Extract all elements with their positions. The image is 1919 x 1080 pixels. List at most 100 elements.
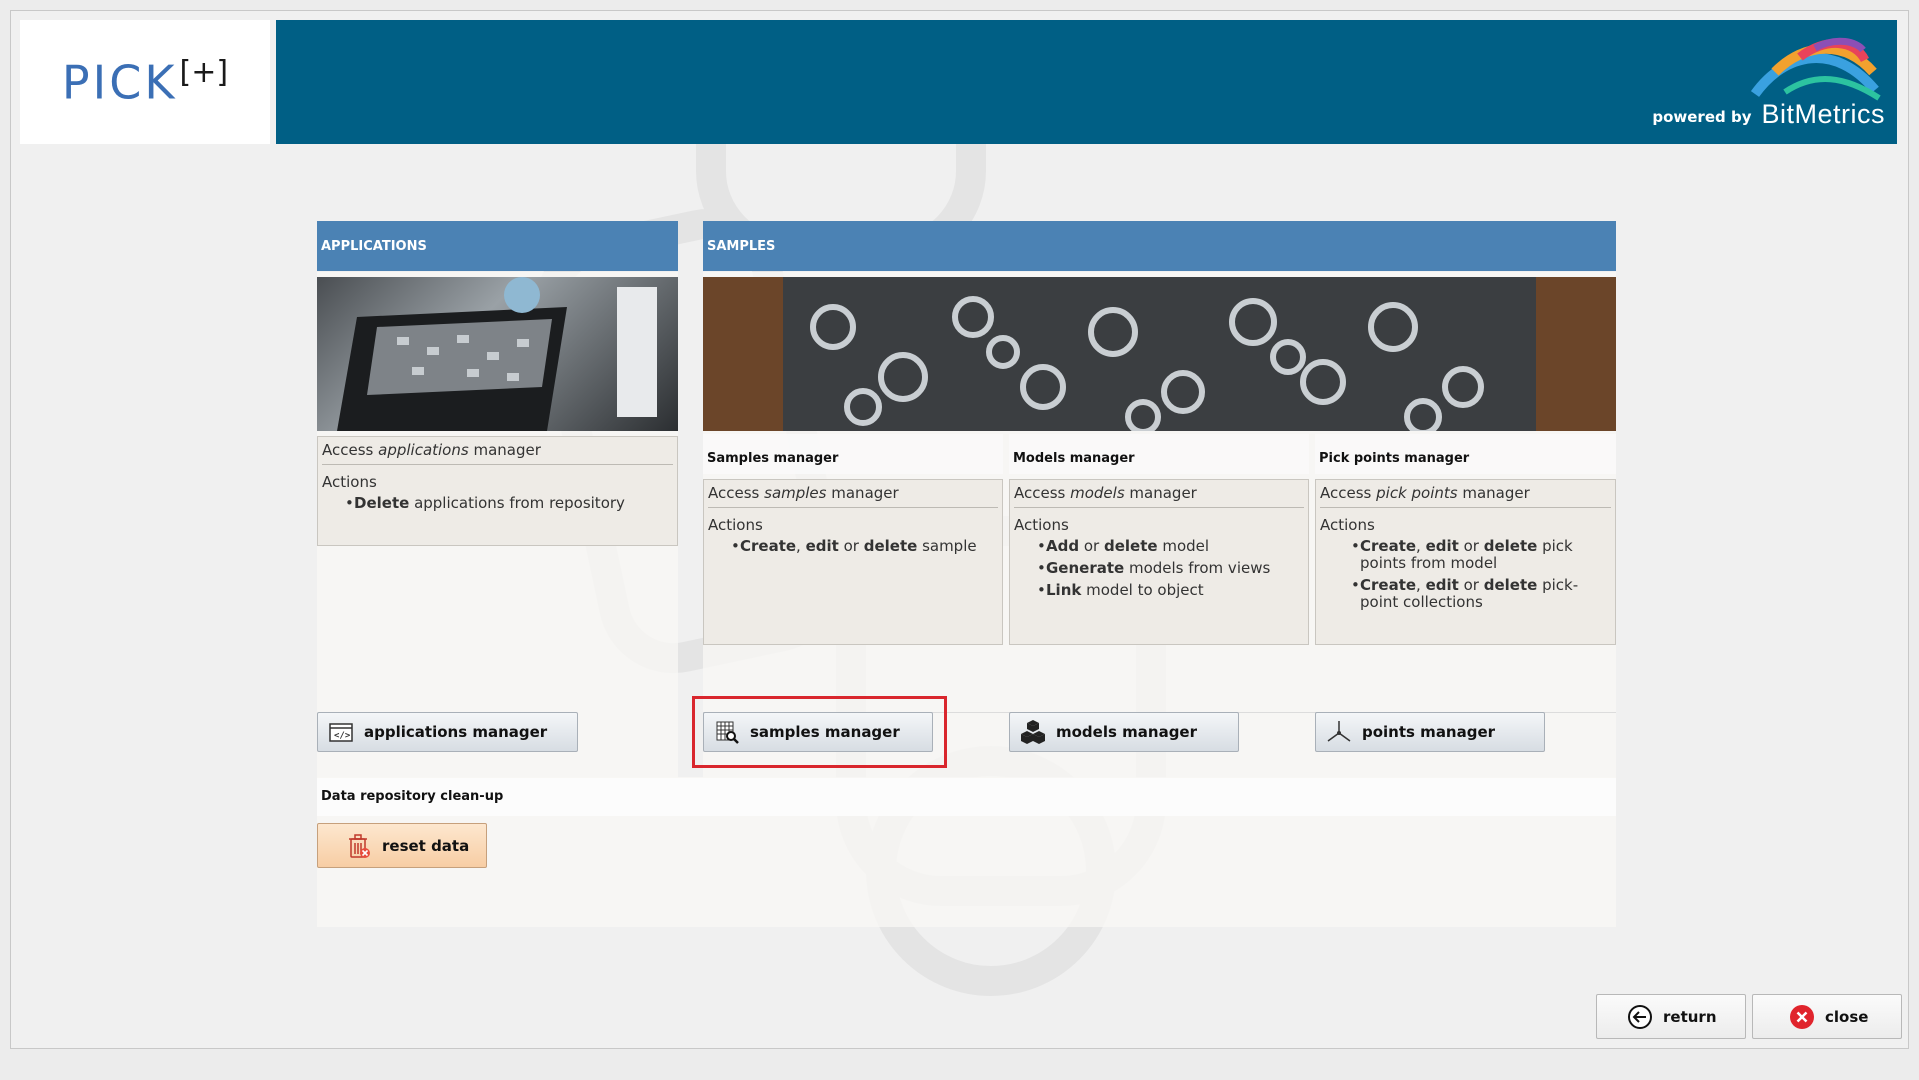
applications-actions-list: Delete applications from repository (322, 494, 673, 513)
powered-by-text: powered by (1652, 108, 1752, 126)
axes-icon (1326, 719, 1352, 745)
action-text: or (1079, 537, 1104, 555)
action-text: models from views (1124, 559, 1271, 577)
action-text: model to object (1081, 581, 1204, 599)
points-manager-button[interactable]: points manager (1315, 712, 1545, 752)
models-manager-title: Models manager (1009, 434, 1309, 474)
actions-label: Actions (322, 473, 377, 491)
action-text: , (796, 537, 806, 555)
action-bold: edit (805, 537, 839, 555)
list-item: Delete applications from repository (345, 494, 673, 513)
applications-manager-button[interactable]: </> applications manager (317, 712, 578, 752)
action-bold: delete (863, 537, 918, 555)
button-label: close (1825, 1007, 1869, 1026)
action-bold: edit (1425, 576, 1459, 594)
models-access-line: Access models manager (1014, 484, 1304, 508)
applications-image (317, 277, 678, 431)
action-text: applications from repository (409, 494, 625, 512)
applications-info: Access applications manager Actions Dele… (317, 436, 678, 546)
samples-access-line: Access samples manager (708, 484, 998, 508)
action-bold: Create (1360, 537, 1417, 555)
reset-data-button[interactable]: reset data (317, 823, 487, 868)
pick-points-manager-info: Access pick points manager Actions Creat… (1315, 479, 1616, 645)
list-item: Link model to object (1037, 581, 1304, 600)
samples-header: SAMPLES (703, 221, 1616, 271)
action-bold: delete (1483, 576, 1538, 594)
return-button[interactable]: return (1596, 994, 1746, 1039)
action-bold: Generate (1046, 559, 1125, 577)
access-prefix: Access (708, 484, 765, 502)
list-item: Create, edit or delete sample (731, 537, 998, 556)
action-bold: edit (1425, 537, 1459, 555)
action-text: , (1416, 537, 1426, 555)
button-label: models manager (1056, 723, 1197, 741)
selection-highlight (692, 696, 947, 768)
access-em: samples (764, 484, 827, 502)
access-suffix: manager (1124, 484, 1197, 502)
action-bold: delete (1483, 537, 1538, 555)
cubes-icon (1020, 719, 1046, 745)
action-text: or (1458, 576, 1484, 594)
pick-points-manager-title: Pick points manager (1315, 434, 1616, 474)
powered-by: powered by BitMetrics (1652, 99, 1885, 130)
access-suffix: manager (1457, 484, 1530, 502)
top-banner: powered by BitMetrics (276, 20, 1897, 144)
models-manager-button[interactable]: models manager (1009, 712, 1239, 752)
actions-label: Actions (708, 516, 763, 534)
access-prefix: Access (1014, 484, 1071, 502)
action-text: or (838, 537, 864, 555)
bitmetrics-logo-icon (1750, 37, 1881, 101)
button-label: points manager (1362, 723, 1496, 741)
list-item: Add or delete model (1037, 537, 1304, 556)
action-bold: delete (1103, 537, 1158, 555)
action-bold: Create (1360, 576, 1417, 594)
close-button[interactable]: close (1752, 994, 1902, 1039)
button-label: return (1663, 1007, 1717, 1026)
pick-points-actions-list: Create, edit or delete pick points from … (1320, 538, 1611, 611)
button-label: reset data (382, 836, 470, 855)
action-text: sample (917, 537, 977, 555)
action-bold: Create (740, 537, 797, 555)
arrow-left-circle-icon (1627, 1004, 1653, 1030)
code-window-icon: </> (328, 719, 354, 745)
cleanup-title: Data repository clean-up (317, 778, 1616, 816)
svg-text:</>: </> (334, 731, 351, 741)
samples-actions-list: Create, edit or delete sample (708, 537, 998, 556)
action-bold: Delete (354, 494, 410, 512)
list-item: Create, edit or delete pick points from … (1351, 537, 1611, 572)
access-suffix: manager (468, 441, 541, 459)
logo-text: PICK (61, 55, 178, 110)
access-em: applications (378, 441, 469, 459)
access-em: models (1070, 484, 1125, 502)
action-text: or (1458, 537, 1484, 555)
robot-bin-picture (337, 277, 657, 431)
trash-icon (346, 833, 372, 859)
actions-label: Actions (1014, 516, 1069, 534)
action-bold: Link (1046, 581, 1082, 599)
models-actions-list: Add or delete model Generate models from… (1014, 537, 1304, 600)
samples-manager-info: Access samples manager Actions Create, e… (703, 479, 1003, 645)
button-label: applications manager (364, 723, 548, 741)
actions-label: Actions (1320, 516, 1375, 534)
pick-logo: PICK[+] (20, 20, 270, 144)
access-suffix: manager (826, 484, 899, 502)
company-name: BitMetrics (1761, 99, 1885, 129)
list-item: Create, edit or delete pick-point collec… (1351, 576, 1611, 611)
action-bold: Add (1046, 537, 1080, 555)
action-text: model (1157, 537, 1210, 555)
main-window: PICK[+] powered by BitMetrics APPLICATIO… (10, 10, 1909, 1049)
access-em: pick points (1376, 484, 1458, 502)
samples-image (703, 277, 1616, 431)
applications-access-line: Access applications manager (322, 441, 673, 465)
logo-plus: [+] (179, 54, 229, 90)
access-prefix: Access (1320, 484, 1377, 502)
models-manager-info: Access models manager Actions Add or del… (1009, 479, 1309, 645)
samples-manager-title: Samples manager (703, 434, 1003, 474)
action-text: , (1416, 576, 1426, 594)
close-icon (1789, 1004, 1815, 1030)
access-prefix: Access (322, 441, 379, 459)
applications-header: APPLICATIONS (317, 221, 678, 271)
metal-parts-picture (703, 277, 1616, 431)
pick-points-access-line: Access pick points manager (1320, 484, 1611, 508)
list-item: Generate models from views (1037, 559, 1304, 578)
